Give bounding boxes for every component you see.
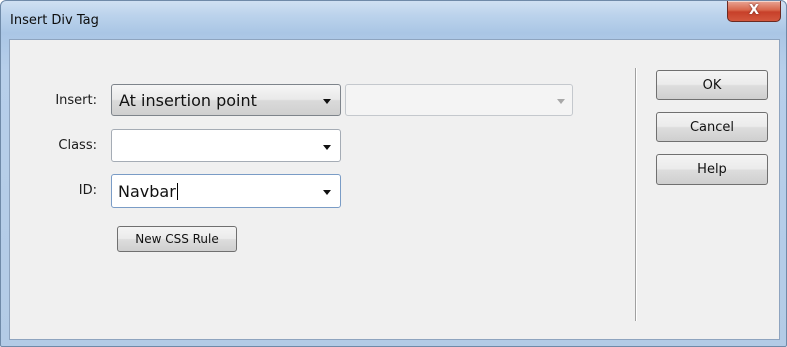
dropdown-arrow-icon — [557, 99, 565, 104]
insert-position-select — [345, 84, 573, 116]
class-combobox[interactable] — [111, 129, 341, 162]
id-label: ID: — [78, 183, 97, 198]
id-value: Navbar — [118, 181, 176, 201]
vertical-separator — [635, 68, 636, 321]
id-combobox[interactable]: Navbar — [111, 174, 341, 208]
help-button[interactable]: Help — [656, 154, 768, 185]
dropdown-arrow-icon — [323, 99, 331, 104]
close-button[interactable]: X — [727, 1, 781, 22]
dialog-body: Insert: At insertion point Class: ID: Na… — [9, 39, 780, 340]
dialog-window: Insert Div Tag X Insert: At insertion po… — [0, 0, 787, 347]
close-icon: X — [748, 3, 760, 18]
dropdown-arrow-icon — [323, 145, 331, 150]
new-css-rule-button[interactable]: New CSS Rule — [117, 226, 237, 252]
ok-button[interactable]: OK — [656, 70, 768, 100]
class-label: Class: — [58, 138, 97, 153]
title-bar[interactable]: Insert Div Tag X — [1, 1, 786, 39]
text-caret — [176, 182, 178, 200]
insert-label: Insert: — [55, 93, 97, 108]
cancel-button[interactable]: Cancel — [656, 112, 768, 142]
insert-select[interactable]: At insertion point — [111, 84, 341, 116]
insert-select-value: At insertion point — [119, 90, 257, 110]
dialog-title: Insert Div Tag — [10, 13, 99, 28]
dropdown-arrow-icon — [323, 190, 331, 195]
id-value-wrap: Navbar — [118, 175, 178, 207]
